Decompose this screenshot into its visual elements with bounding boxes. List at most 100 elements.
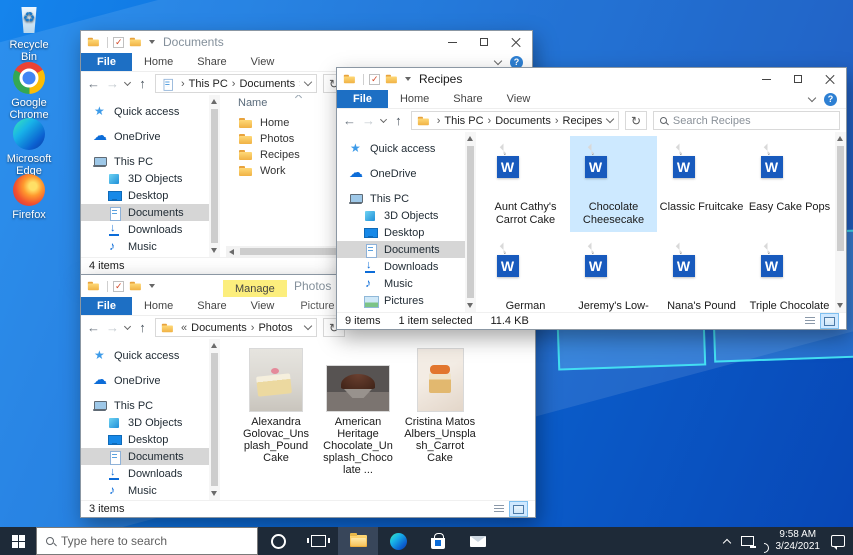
scroll-up-icon[interactable] (837, 136, 843, 141)
content-scrollbar[interactable] (835, 132, 846, 312)
ribbon-tab[interactable]: Share (185, 297, 238, 315)
desktop-icon[interactable]: Microsoft Edge (0, 118, 58, 177)
word-file-tile[interactable]: Aunt Cathy's Carrot Cake (482, 136, 569, 232)
breadcrumb-segment[interactable]: Documents (191, 322, 247, 334)
address-bar[interactable]: ›This PC›Documents›Recipes (411, 111, 620, 130)
ribbon-tab[interactable]: File (81, 297, 132, 315)
scroll-up-icon[interactable] (211, 99, 217, 104)
start-button[interactable] (0, 527, 36, 555)
ribbon-tab[interactable]: File (81, 53, 132, 71)
task-view-button[interactable] (298, 527, 338, 555)
word-file-tile[interactable]: Nana's Pound Cake (658, 235, 745, 312)
sidebar-item[interactable]: Documents (337, 241, 465, 258)
minimize-button[interactable] (436, 31, 468, 53)
scroll-down-icon[interactable] (467, 303, 473, 308)
breadcrumb-segment[interactable]: Documents (495, 115, 551, 127)
scrollbar-thumb[interactable] (211, 109, 218, 243)
scrollbar-thumb[interactable] (211, 353, 218, 486)
breadcrumb-segment[interactable]: This PC (189, 78, 228, 90)
word-file-tile[interactable]: Jeremy's Low-Fat Cheesecake (570, 235, 657, 312)
manage-contextual-group[interactable]: Manage (223, 280, 287, 297)
forward-icon[interactable] (106, 76, 119, 91)
photo-file-tile[interactable]: American Heritage Chocolate_Unsplash_Cho… (322, 345, 394, 476)
folder-item[interactable]: Recipes (238, 147, 300, 163)
scrollbar-thumb[interactable] (467, 146, 474, 298)
sidebar-item[interactable]: Documents (81, 204, 209, 221)
network-icon[interactable] (741, 536, 754, 546)
up-icon[interactable] (392, 113, 405, 128)
photo-file-tile[interactable]: Alexandra Golovac_Unsplash_Pound Cake (240, 345, 312, 464)
qat-customize-caret-icon[interactable] (149, 40, 155, 44)
sidebar-item[interactable]: Music (337, 275, 465, 292)
sidebar-item[interactable]: Documents (81, 448, 209, 465)
maximize-button[interactable] (468, 31, 500, 53)
scrollbar-thumb[interactable] (837, 146, 844, 251)
address-dropdown-caret-icon[interactable] (304, 322, 312, 330)
refresh-button[interactable] (625, 111, 647, 130)
hidden-icons-chevron-icon[interactable] (722, 538, 730, 546)
titlebar[interactable]: Recipes (337, 68, 846, 90)
folder-item[interactable]: Home (238, 115, 300, 131)
up-icon[interactable] (136, 320, 149, 335)
help-icon[interactable] (824, 93, 837, 106)
scroll-down-icon[interactable] (211, 248, 217, 253)
close-button[interactable] (500, 31, 532, 53)
sidebar-item[interactable]: 3D Objects (81, 170, 209, 187)
ribbon-tab[interactable]: View (239, 297, 287, 315)
qat-new-folder-icon[interactable] (129, 280, 142, 292)
breadcrumb-segment[interactable]: › (251, 322, 255, 334)
folder-item[interactable]: Photos (238, 131, 300, 147)
qat-customize-caret-icon[interactable] (405, 77, 411, 81)
sidebar-item[interactable]: Desktop (81, 187, 209, 204)
scroll-down-icon[interactable] (837, 303, 843, 308)
address-dropdown-caret-icon[interactable] (304, 78, 312, 86)
taskbar-search-input[interactable] (61, 534, 248, 548)
ribbon-tab[interactable]: View (239, 53, 287, 71)
ribbon-tab[interactable]: Share (185, 53, 238, 71)
edge-taskbar-button[interactable] (378, 527, 418, 555)
breadcrumb-segment[interactable]: › (437, 115, 441, 127)
ribbon-expand-caret-icon[interactable] (808, 93, 816, 101)
back-icon[interactable] (343, 113, 356, 128)
photo-file-tile[interactable]: Cristina Matos Albers_Unsplash_Carrot Ca… (404, 345, 476, 464)
sidebar-scrollbar[interactable] (209, 95, 220, 257)
minimize-button[interactable] (750, 68, 782, 90)
qat-properties-icon[interactable] (113, 281, 124, 292)
sidebar-item[interactable]: Quick access (337, 140, 465, 157)
sidebar-item[interactable]: Downloads (81, 221, 209, 238)
qat-customize-caret-icon[interactable] (149, 284, 155, 288)
details-view-button[interactable] (801, 314, 818, 328)
breadcrumb-segment[interactable]: › (488, 115, 492, 127)
column-header-name[interactable]: Name (238, 97, 267, 109)
breadcrumb-segment[interactable]: › (299, 78, 300, 90)
sidebar-item[interactable]: OneDrive (81, 372, 209, 389)
sidebar-item[interactable]: Music (81, 238, 209, 255)
sidebar-item[interactable]: Desktop (81, 431, 209, 448)
action-center-icon[interactable] (831, 535, 845, 547)
ribbon-expand-caret-icon[interactable] (494, 56, 502, 64)
back-icon[interactable] (87, 76, 100, 91)
sidebar-item[interactable]: Quick access (81, 347, 209, 364)
sidebar-item[interactable]: OneDrive (81, 128, 209, 145)
close-button[interactable] (814, 68, 846, 90)
file-explorer-taskbar-button[interactable] (338, 527, 378, 555)
ribbon-tab[interactable]: View (495, 90, 543, 108)
titlebar[interactable]: Documents (81, 31, 532, 53)
up-icon[interactable] (136, 76, 149, 91)
address-dropdown-caret-icon[interactable] (606, 115, 614, 123)
sidebar-item[interactable]: 3D Objects (337, 207, 465, 224)
maximize-button[interactable] (782, 68, 814, 90)
taskbar-clock[interactable]: 9:58 AM 3/24/2021 (776, 529, 821, 553)
back-icon[interactable] (87, 320, 100, 335)
mail-taskbar-button[interactable] (458, 527, 498, 555)
recent-locations-caret-icon[interactable] (380, 115, 387, 122)
word-file-tile[interactable]: Easy Cake Pops (746, 136, 833, 232)
sidebar-item[interactable]: 3D Objects (81, 414, 209, 431)
recent-locations-caret-icon[interactable] (124, 322, 131, 329)
cortana-button[interactable] (258, 527, 298, 555)
breadcrumb-segment[interactable]: Documents (239, 78, 295, 90)
ribbon-tab[interactable]: Share (441, 90, 494, 108)
sidebar-item[interactable]: OneDrive (337, 165, 465, 182)
desktop-icon[interactable]: Google Chrome (0, 62, 58, 121)
ribbon-tab[interactable]: File (337, 90, 388, 108)
